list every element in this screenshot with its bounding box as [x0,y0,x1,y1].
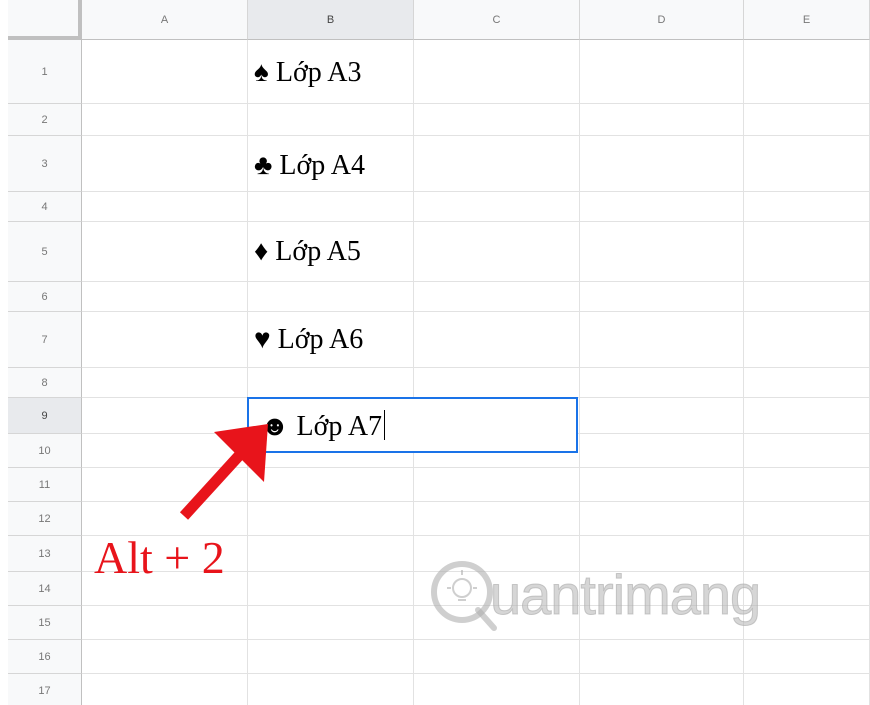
watermark: uantrimang [420,548,780,638]
shortcut-annotation: Alt + 2 [94,532,225,583]
spreadsheet-grid: A B C D E 1 2 3 4 5 6 7 8 9 10 11 12 13 … [8,0,870,705]
lightbulb-q-icon [431,561,497,631]
watermark-text: uantrimang [489,563,761,627]
